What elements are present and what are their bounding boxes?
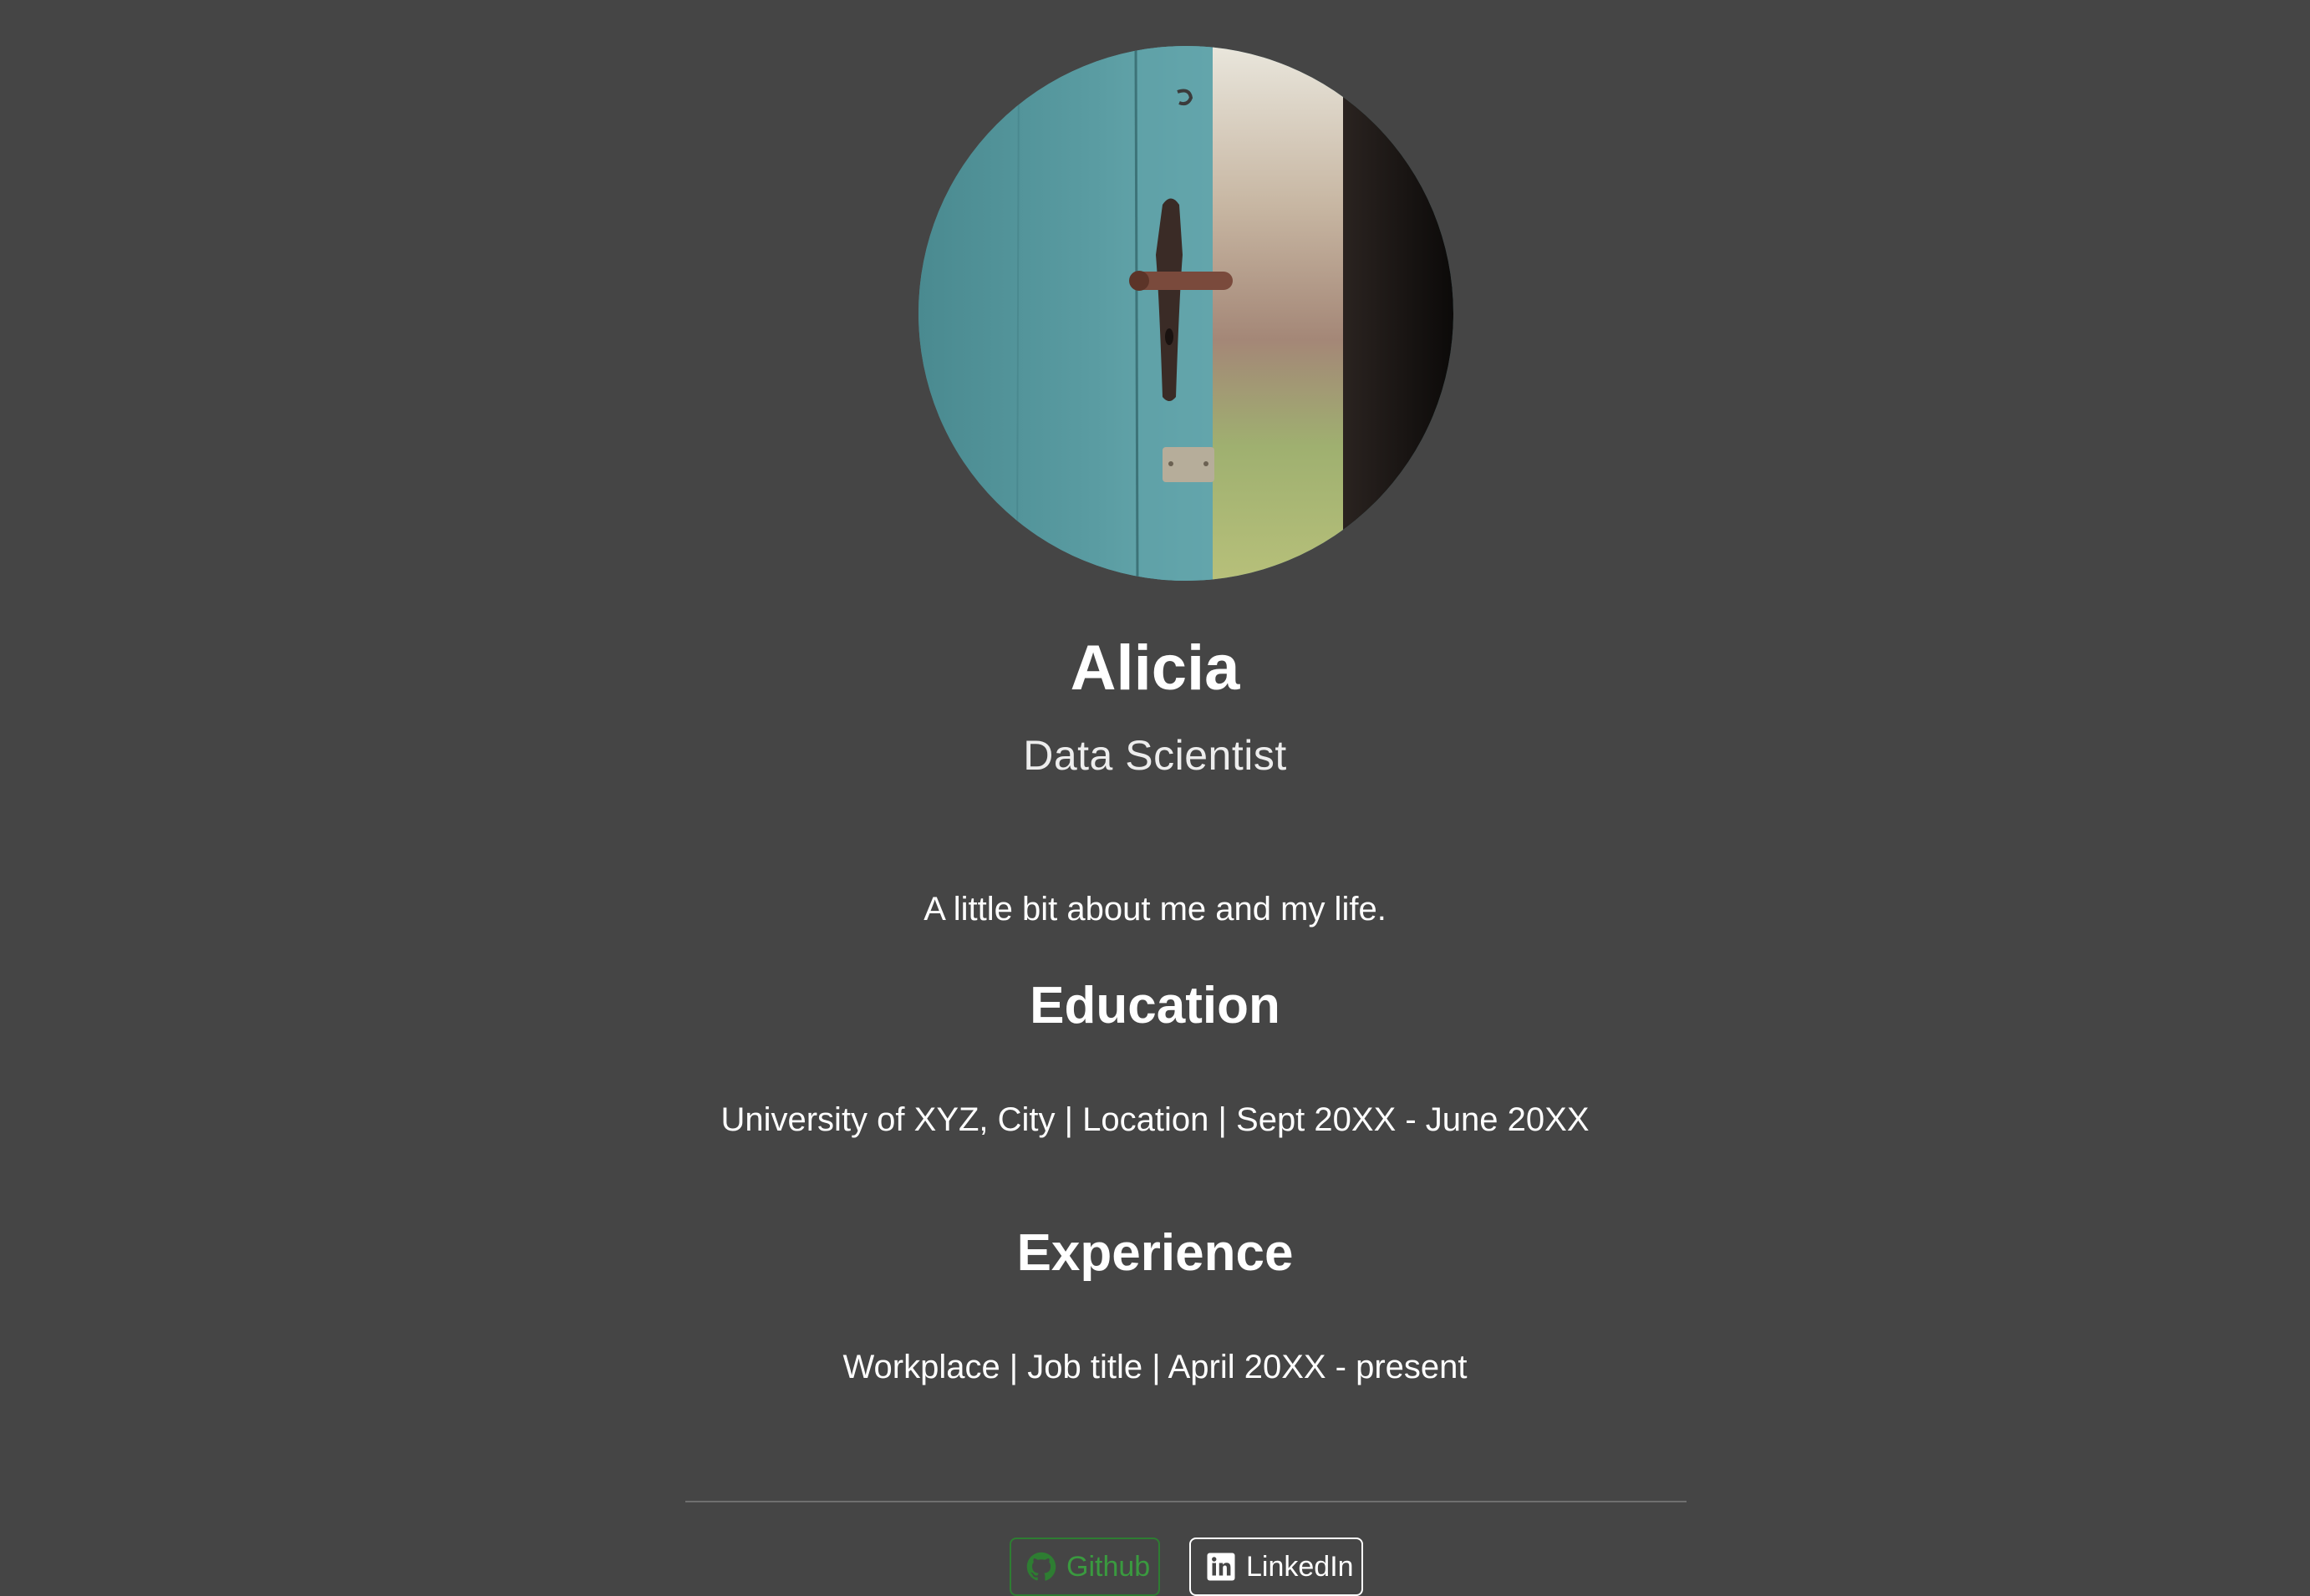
github-button[interactable]: Github [1010, 1538, 1160, 1596]
experience-entry: Workplace | Job title | April 20XX - pre… [842, 1349, 1468, 1385]
github-icon [1026, 1552, 1056, 1582]
experience-heading: Experience [1016, 1224, 1294, 1282]
linkedin-label: LinkedIn [1246, 1550, 1354, 1583]
about-text: A little bit about me and my life. [923, 891, 1387, 928]
linkedin-button[interactable]: LinkedIn [1189, 1538, 1363, 1596]
footer-divider [685, 1501, 1687, 1502]
profile-page: Alicia Data Scientist A little bit about… [0, 0, 2310, 1596]
linkedin-icon [1206, 1552, 1236, 1582]
education-heading: Education [1030, 977, 1280, 1034]
avatar-photo-open-door [918, 46, 1453, 581]
profile-role: Data Scientist [1023, 732, 1287, 779]
github-label: Github [1066, 1550, 1151, 1583]
education-entry: University of XYZ, City | Location | Sep… [720, 1101, 1590, 1138]
avatar [918, 46, 1453, 581]
profile-name: Alicia [1070, 633, 1240, 704]
